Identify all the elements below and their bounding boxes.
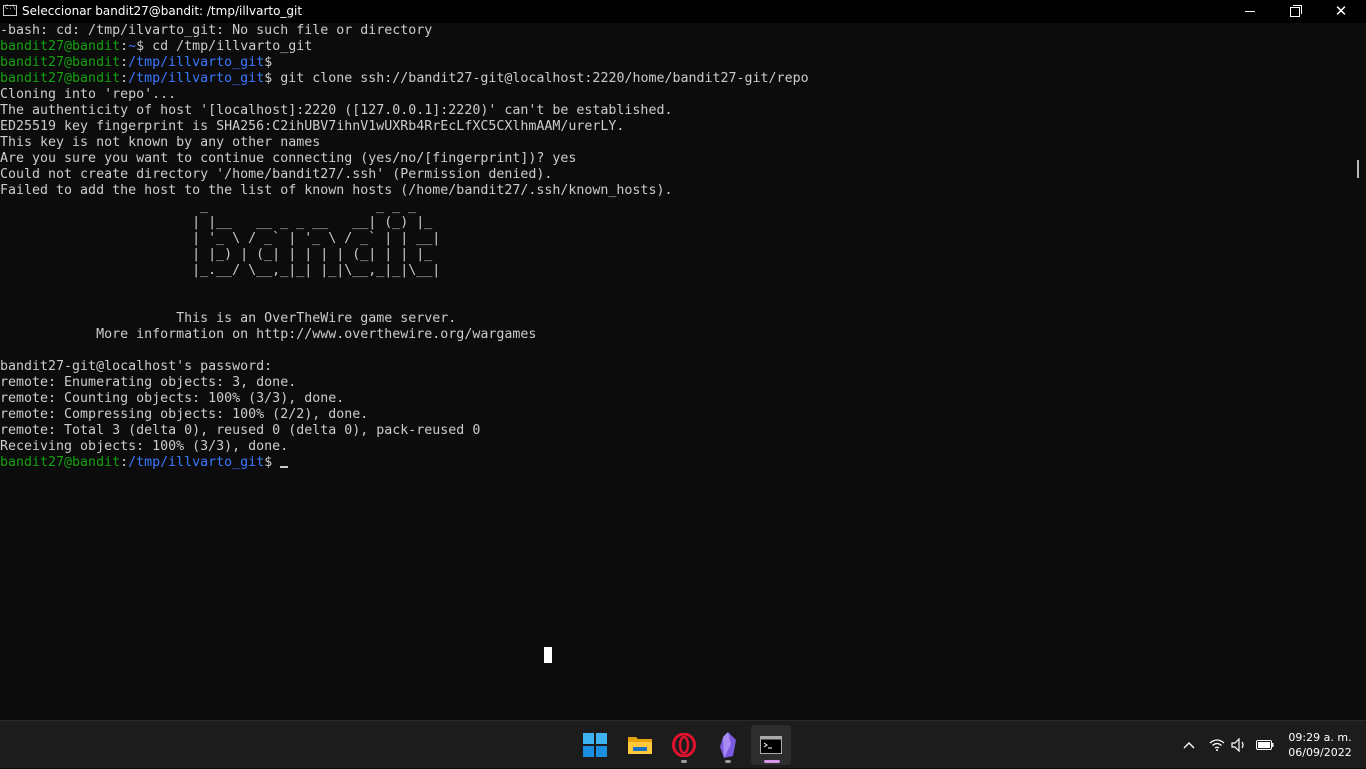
banner-line: | |_) | (_| | | | | (_| | | |_ <box>0 247 441 262</box>
prompt-colon: : <box>120 39 129 54</box>
active-indicator <box>764 760 780 763</box>
running-indicator <box>681 760 687 763</box>
battery-icon <box>1256 740 1274 750</box>
opera-icon <box>672 733 696 757</box>
prompt-user-host: bandit27@bandit <box>0 55 121 70</box>
terminal-line: Could not create directory '/home/bandit… <box>0 167 553 182</box>
prompt-line: bandit27@bandit:/tmp/illvarto_git$ git c… <box>0 71 1356 87</box>
prompt-line: bandit27@bandit:~$ cd /tmp/illvarto_git <box>0 39 1356 55</box>
chevron-up-icon <box>1183 742 1195 749</box>
prompt-symbol: $ <box>264 55 273 70</box>
close-icon: ✕ <box>1334 2 1348 20</box>
banner-line: | |__ __ _ _ __ __| (_) |_ <box>0 215 441 230</box>
terminal-line: The authenticity of host '[localhost]:22… <box>0 103 673 118</box>
taskbar-obsidian[interactable] <box>708 725 748 765</box>
prompt-path: /tmp/illvarto_git <box>128 71 265 86</box>
taskbar-opera[interactable] <box>664 725 704 765</box>
motd-line: This is an OverTheWire game server. <box>0 311 457 326</box>
volume-icon <box>1231 738 1244 752</box>
minimize-button[interactable] <box>1227 0 1273 23</box>
windows-start-icon <box>583 733 607 757</box>
terminal-line: This key is not known by any other names <box>0 135 321 150</box>
prompt-line: bandit27@bandit:/tmp/illvarto_git$ <box>0 55 1356 71</box>
terminal-output[interactable]: -bash: cd: /tmp/ilvarto_git: No such fil… <box>0 23 1356 720</box>
prompt-symbol: $ <box>136 39 145 54</box>
battery-button[interactable] <box>1253 721 1277 769</box>
prompt-user-host: bandit27@bandit <box>0 39 121 54</box>
terminal-line: remote: Enumerating objects: 3, done. <box>0 375 297 390</box>
close-button[interactable]: ✕ <box>1318 0 1364 23</box>
cmd-terminal-icon <box>3 4 17 16</box>
clock-date: 06/09/2022 <box>1288 746 1352 759</box>
prompt-path: /tmp/illvarto_git <box>128 455 265 470</box>
terminal-line: remote: Counting objects: 100% (3/3), do… <box>0 391 345 406</box>
terminal-line: bandit27-git@localhost's password: <box>0 359 273 374</box>
banner-line: | '_ \ / _` | '_ \ / _` | | __| <box>0 231 441 246</box>
window-title: Seleccionar bandit27@bandit: /tmp/illvar… <box>22 4 303 18</box>
terminal-line: Are you sure you want to continue connec… <box>0 151 577 166</box>
maximize-button[interactable] <box>1272 0 1318 23</box>
start-button[interactable] <box>575 725 615 765</box>
taskbar: 09:29 a. m. 06/09/2022 <box>0 720 1366 768</box>
show-hidden-icons-button[interactable] <box>1178 721 1200 769</box>
clock[interactable]: 09:29 a. m. 06/09/2022 <box>1280 730 1360 760</box>
running-indicator <box>725 760 731 763</box>
network-button[interactable] <box>1206 721 1228 769</box>
terminal-line: remote: Total 3 (delta 0), reused 0 (del… <box>0 423 481 438</box>
prompt-command: cd /tmp/illvarto_git <box>144 39 313 54</box>
folder-icon <box>628 737 652 754</box>
prompt-path: ~ <box>128 39 137 54</box>
prompt-path: /tmp/illvarto_git <box>128 55 265 70</box>
banner-line: |_.__/ \__,_|_| |_|\__,_|_|\__| <box>0 263 441 278</box>
terminal-line: Failed to add the host to the list of kn… <box>0 183 673 198</box>
ibeam-cursor-icon <box>544 647 552 663</box>
text-cursor <box>280 466 289 468</box>
title-bar[interactable]: Seleccionar bandit27@bandit: /tmp/illvar… <box>0 0 1366 23</box>
terminal-line: remote: Compressing objects: 100% (2/2),… <box>0 407 369 422</box>
taskbar-terminal[interactable] <box>751 725 791 765</box>
prompt-colon: : <box>120 71 129 86</box>
terminal-line: Receiving objects: 100% (3/3), done. <box>0 439 289 454</box>
prompt-colon: : <box>120 455 129 470</box>
terminal-icon <box>760 736 782 754</box>
banner-line: _ _ _ _ <box>0 199 441 214</box>
taskbar-file-explorer[interactable] <box>620 725 660 765</box>
prompt-user-host: bandit27@bandit <box>0 71 121 86</box>
motd-line: More information on http://www.overthewi… <box>0 327 537 342</box>
restore-icon <box>1290 4 1302 17</box>
prompt-line[interactable]: bandit27@bandit:/tmp/illvarto_git$ <box>0 455 1356 471</box>
minimize-icon <box>1245 11 1255 12</box>
terminal-line: -bash: cd: /tmp/ilvarto_git: No such fil… <box>0 23 433 38</box>
prompt-command: git clone ssh://bandit27-git@localhost:2… <box>272 71 809 86</box>
prompt-colon: : <box>120 55 129 70</box>
volume-button[interactable] <box>1228 721 1250 769</box>
prompt-symbol: $ <box>264 455 281 470</box>
wifi-icon <box>1209 739 1225 751</box>
clock-time: 09:29 a. m. <box>1288 731 1352 744</box>
scrollbar-thumb[interactable] <box>1357 160 1359 178</box>
prompt-user-host: bandit27@bandit <box>0 455 121 470</box>
terminal-line: ED25519 key fingerprint is SHA256:C2ihUB… <box>0 119 625 134</box>
terminal-line: Cloning into 'repo'... <box>0 87 177 102</box>
obsidian-icon <box>720 732 736 758</box>
